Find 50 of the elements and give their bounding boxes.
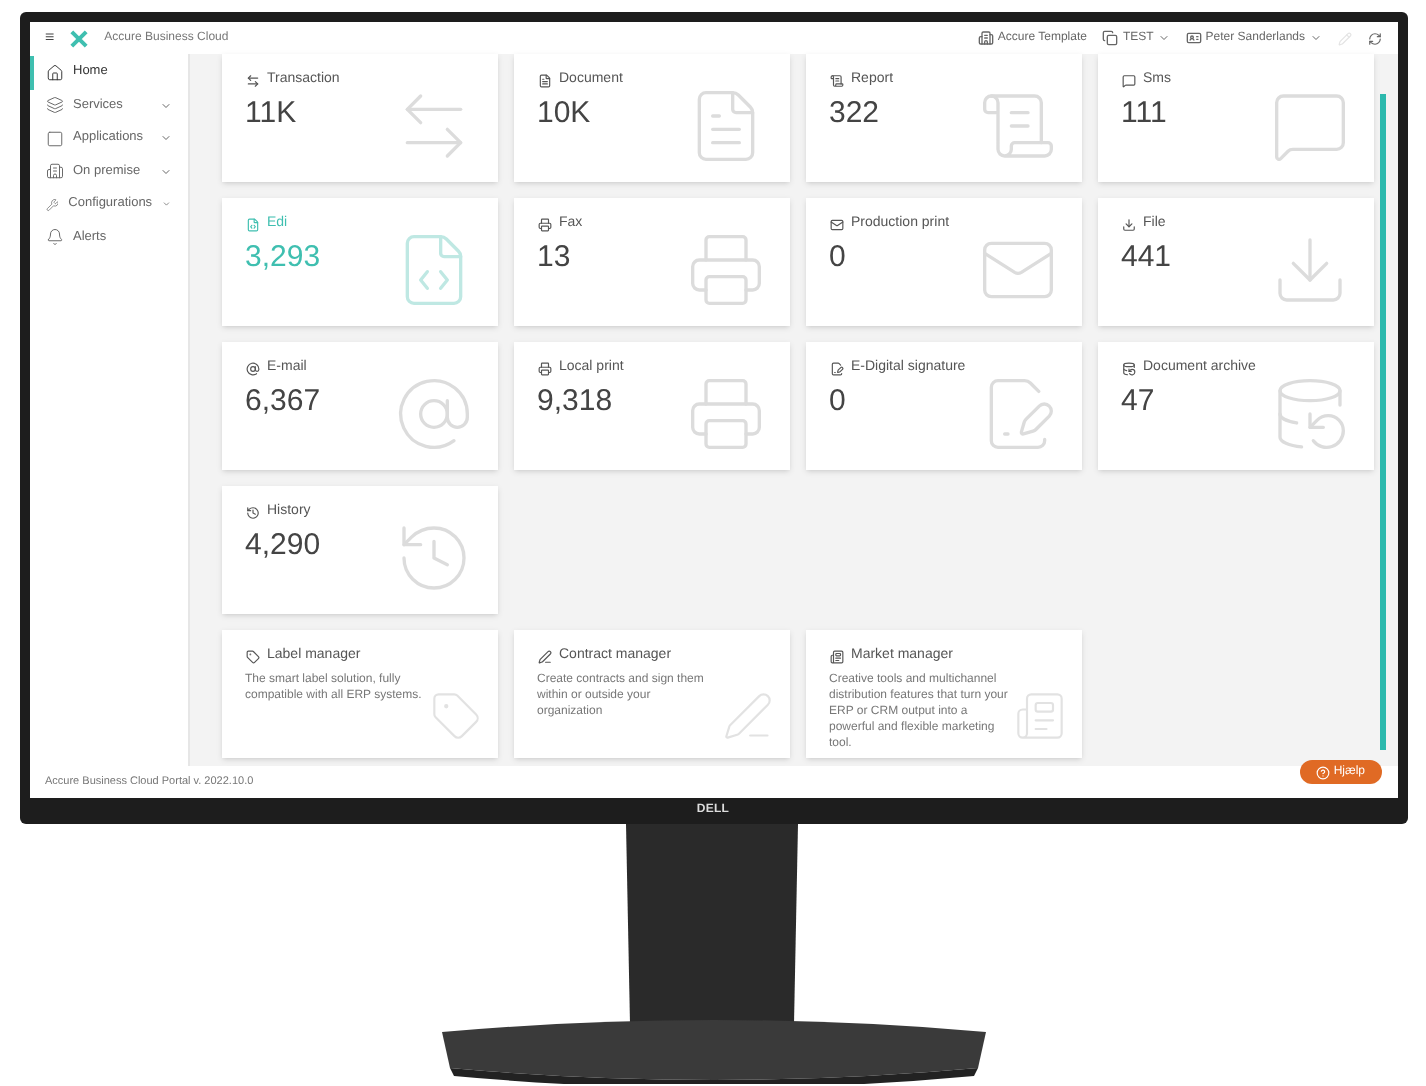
small-envelope-icon (829, 217, 843, 232)
tile-value: 47 (1121, 383, 1157, 419)
small-tag-icon (245, 649, 259, 664)
small-pen-icon (537, 649, 551, 664)
tile-value: 0 (829, 239, 848, 275)
small-file-icon (245, 217, 259, 232)
bell-icon (45, 228, 63, 247)
tile-value: 3,293 (245, 239, 323, 275)
newspaper-icon (1013, 690, 1065, 742)
tile-value: 0 (829, 383, 848, 419)
copy-icon (1102, 30, 1119, 46)
tile-value: 11K (245, 95, 299, 131)
logo-icon (70, 29, 89, 47)
small-signature-icon (829, 361, 843, 376)
small-cloud-storage-icon (1121, 361, 1135, 376)
pen-icon (721, 690, 773, 742)
at-sign-icon (393, 374, 473, 454)
printer-icon (685, 374, 765, 454)
pencil-icon[interactable] (1337, 31, 1351, 45)
id-card-icon (1185, 30, 1202, 46)
help-icon (1315, 765, 1330, 779)
tile-value: 13 (537, 239, 573, 275)
tag-icon (429, 690, 481, 742)
tile-value: 441 (1121, 239, 1174, 275)
layers-icon (45, 96, 63, 115)
small-newspaper-icon (829, 649, 843, 664)
tile-value: 4,290 (245, 527, 323, 563)
small-history-icon (245, 505, 259, 520)
refresh-icon[interactable] (1367, 31, 1381, 45)
small-arrows-icon (245, 73, 259, 88)
tile-value: 6,367 (245, 383, 323, 419)
wrench-icon (45, 195, 59, 214)
home-icon (45, 63, 63, 82)
square-icon (45, 129, 63, 148)
tile-value: 10K (537, 95, 593, 131)
building-icon (45, 162, 63, 181)
scrollbar[interactable] (1379, 94, 1385, 750)
printer-icon (685, 230, 765, 310)
building-icon (977, 30, 994, 46)
tile-value: 9,318 (537, 383, 615, 419)
small-document-icon (537, 73, 551, 88)
small-download-icon (1121, 217, 1135, 232)
menu-icon[interactable]: ≡ (45, 26, 55, 50)
small-printer-icon (537, 361, 551, 376)
small-report-icon (829, 73, 843, 88)
small-printer-icon (537, 217, 551, 232)
tile-value: 111 (1121, 95, 1169, 131)
tile-value: 322 (829, 95, 882, 131)
small-chat-icon (1121, 73, 1135, 88)
small-at-sign-icon (245, 361, 259, 376)
